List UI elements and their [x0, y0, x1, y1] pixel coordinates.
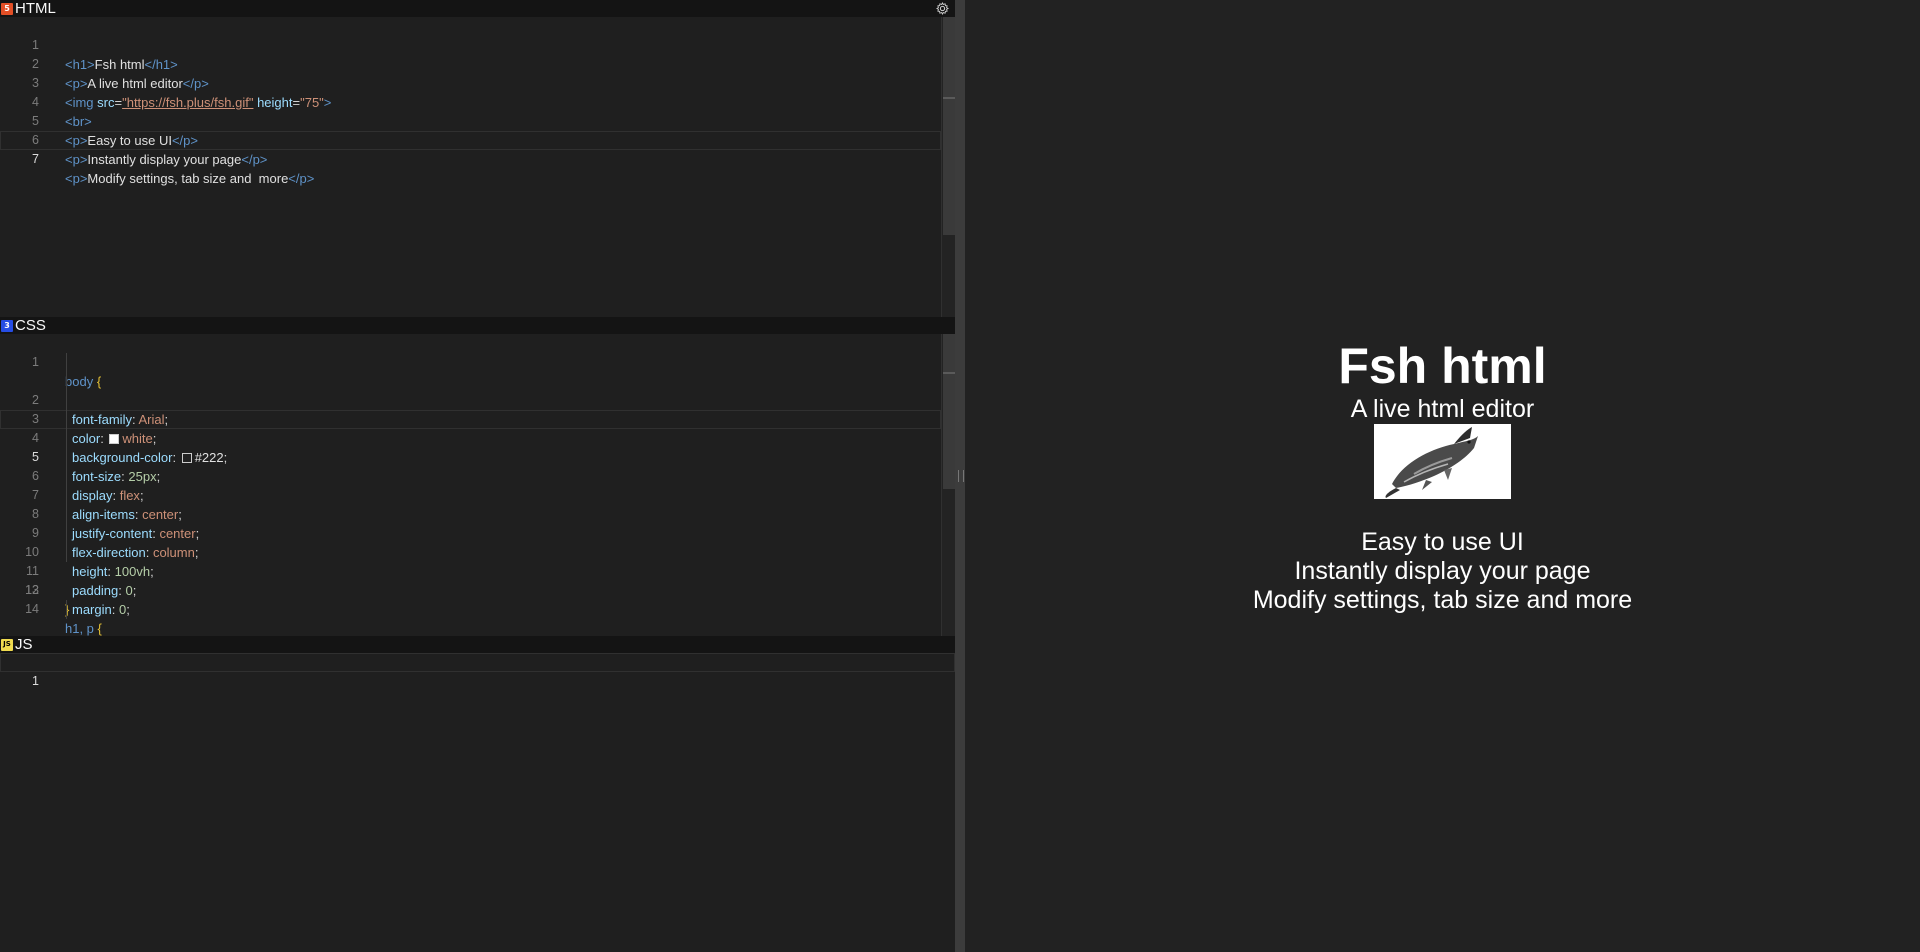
panel-splitter[interactable] — [955, 0, 965, 952]
code-line: 3 color: white; — [0, 372, 941, 446]
line-number: 7 — [32, 152, 39, 166]
code-line: 3 <img src="https://fsh.plus/fsh.gif" he… — [0, 55, 941, 110]
preview-feature: Instantly display your page — [1294, 557, 1591, 585]
code-line: 13 } — [0, 562, 941, 617]
line-number: 1 — [32, 674, 39, 688]
preview-feature: Modify settings, tab size and more — [1252, 586, 1633, 614]
preview-feature: Easy to use UI — [1361, 528, 1524, 556]
code-line: 14 h1, p { — [0, 581, 941, 636]
live-preview: Fsh html A live html editor Easy to use … — [965, 0, 1920, 952]
html-panel-title: HTML — [15, 0, 56, 17]
code-line: 7 align-items: center; — [0, 448, 941, 522]
drag-handle-icon[interactable] — [958, 470, 964, 482]
code-line-active: 5 font-size: 25px; — [0, 410, 941, 484]
code-line: 2 font-family: Arial; — [0, 353, 941, 427]
css-code-editor[interactable]: 1 body { 2 font-family: Arial; 3 color: … — [0, 334, 941, 636]
js-panel-title: JS — [15, 636, 33, 653]
css-scrollbar[interactable] — [941, 334, 956, 636]
code-line: 4 <br> — [0, 74, 941, 129]
fish-icon — [1374, 424, 1511, 499]
css-panel-title: CSS — [15, 317, 46, 334]
code-line: 2 <p>A live html editor</p> — [0, 36, 941, 91]
code-line-active: 1 — [0, 653, 955, 688]
code-line-active: 7 <p>Modify settings, tab size and more<… — [0, 131, 941, 186]
html-panel-header: 5 HTML — [0, 0, 955, 17]
code-line: 16 } — [0, 619, 941, 636]
code-text: Instantly display your page — [87, 152, 242, 167]
html-scrollbar[interactable] — [941, 17, 956, 317]
fish-image — [1374, 424, 1511, 499]
javascript-icon: JS — [1, 638, 13, 651]
preview-heading: Fsh html — [1338, 338, 1547, 394]
code-line: 8 justify-content: center; — [0, 467, 941, 541]
code-line: 9 flex-direction: column; — [0, 486, 941, 560]
preview-subtitle: A live html editor — [1350, 395, 1535, 423]
js-panel-header: JS JS — [0, 636, 955, 653]
code-text: Modify settings, tab size and more — [87, 171, 289, 186]
code-line: 5 <p>Easy to use UI</p> — [0, 93, 941, 148]
code-line: 15 margin: 0; — [0, 600, 941, 619]
js-code-editor[interactable]: 1 — [0, 653, 955, 952]
code-line: 4 background-color: #222; — [0, 391, 941, 465]
gear-icon-graphic — [936, 2, 949, 15]
code-line: 6 <p>Instantly display your page</p> — [0, 112, 941, 167]
gear-icon[interactable] — [934, 0, 951, 17]
code-line: 10 height: 100vh; — [0, 505, 941, 579]
code-line: 11 padding: 0; — [0, 524, 941, 598]
css3-icon: 3 — [1, 319, 13, 332]
css-panel-header: 3 CSS — [0, 317, 955, 334]
code-line: 6 display: flex; — [0, 429, 941, 503]
html-code-editor[interactable]: 1 <h1>Fsh html</h1> 2 <p>A live html edi… — [0, 17, 941, 317]
code-line: 1 body { — [0, 334, 941, 389]
html5-icon: 5 — [1, 2, 13, 15]
editor-column: 5 HTML 1 <h1>Fsh html</h1> 2 <p>A live h… — [0, 0, 956, 952]
code-line: 12 margin: 0; — [0, 543, 941, 617]
code-line: 1 <h1>Fsh html</h1> — [0, 17, 941, 72]
